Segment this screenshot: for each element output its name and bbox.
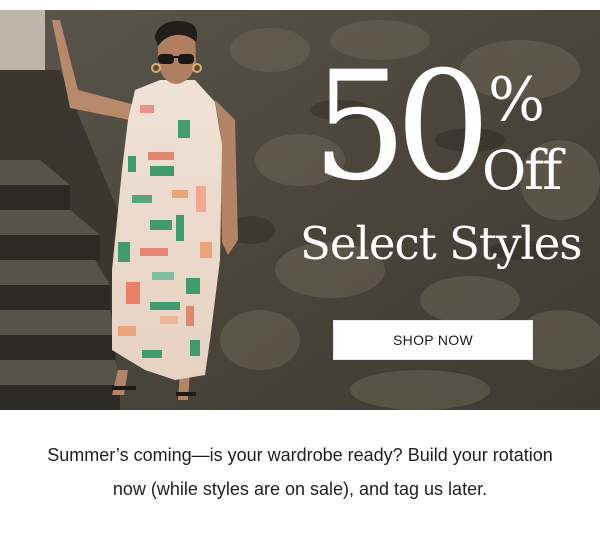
sale-headline: 50 % Off Select Styles [300, 52, 583, 296]
body-copy-line-1: Summer’s coming—is your wardrobe ready? … [47, 445, 553, 465]
body-copy: Summer’s coming—is your wardrobe ready? … [0, 438, 600, 506]
headline-number: 50 [312, 40, 491, 214]
headline-subtitle: Select Styles [300, 217, 583, 270]
hero-banner[interactable]: 50 % Off Select Styles SHOP NOW [0, 10, 600, 410]
email-page: 50 % Off Select Styles SHOP NOW Summer’s… [0, 0, 600, 534]
shop-now-button[interactable]: SHOP NOW [333, 320, 533, 360]
headline-off: Off [482, 139, 562, 202]
body-copy-line-2: now (while styles are on sale), and tag … [112, 479, 488, 499]
headline-percent: % [488, 65, 546, 135]
